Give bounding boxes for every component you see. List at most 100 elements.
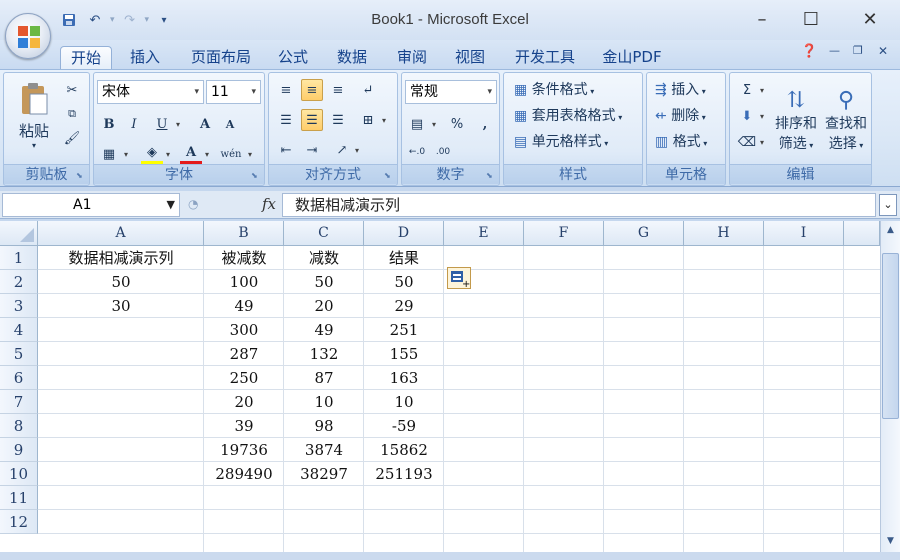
number-format-select[interactable]: 常规 ▾ xyxy=(405,80,497,104)
column-header-partial[interactable] xyxy=(844,221,880,246)
orientation-icon[interactable]: ↗ xyxy=(331,139,353,161)
paste-button[interactable]: 粘贴 ▾ xyxy=(10,77,58,155)
cell-b2[interactable]: 100 xyxy=(204,270,284,294)
row-header-7[interactable]: 7 xyxy=(0,390,38,414)
tab-insert[interactable]: 插入 xyxy=(122,46,168,70)
column-header-d[interactable]: D xyxy=(364,221,444,246)
delete-cells-button[interactable]: ⇷ 删除 ▾ xyxy=(655,105,706,125)
copy-icon[interactable]: ⧉ xyxy=(61,103,83,125)
row-header-9[interactable]: 9 xyxy=(0,438,38,462)
office-button[interactable] xyxy=(5,13,51,59)
row-header-8[interactable]: 8 xyxy=(0,414,38,438)
scroll-thumb[interactable] xyxy=(882,253,899,419)
cell-d4[interactable]: 251 xyxy=(364,318,444,342)
expand-formula-bar-icon[interactable]: ⌄ xyxy=(879,194,897,216)
cell-c3[interactable]: 20 xyxy=(284,294,364,318)
row-header-2[interactable]: 2 xyxy=(0,270,38,294)
ribbon-restore-icon[interactable]: ❐ xyxy=(853,44,863,57)
cell-b7[interactable]: 20 xyxy=(204,390,284,414)
wrap-text-icon[interactable]: ↵ xyxy=(357,79,379,101)
cell-a2[interactable]: 50 xyxy=(38,270,204,294)
grow-font-button[interactable]: A xyxy=(194,113,216,135)
cell-c9[interactable]: 3874 xyxy=(284,438,364,462)
decrease-indent-icon[interactable]: ⇤ xyxy=(275,139,297,161)
row-header-1[interactable]: 1 xyxy=(0,246,38,270)
paste-options-button[interactable]: + xyxy=(447,267,471,290)
align-middle-icon[interactable]: ≡ xyxy=(301,79,323,101)
italic-button[interactable]: I xyxy=(123,113,145,135)
cell-styles-button[interactable]: ▤ 单元格样式 ▾ xyxy=(514,131,608,151)
autosum-icon[interactable]: Σ xyxy=(736,79,758,101)
percent-style-button[interactable]: % xyxy=(446,113,468,135)
column-header-e[interactable]: E xyxy=(444,221,524,246)
row-header-10[interactable]: 10 xyxy=(0,462,38,486)
cell-b1[interactable]: 被减数 xyxy=(204,246,284,270)
cell-c2[interactable]: 50 xyxy=(284,270,364,294)
scroll-up-icon[interactable]: ▲ xyxy=(882,222,899,238)
format-cells-button[interactable]: ▥ 格式 ▾ xyxy=(655,131,707,151)
formula-input[interactable]: 数据相减演示列 xyxy=(282,193,876,217)
clipboard-launcher-icon[interactable]: ⬊ xyxy=(76,171,86,181)
align-right-icon[interactable]: ☰ xyxy=(327,109,349,131)
cell-c5[interactable]: 132 xyxy=(284,342,364,366)
cell-a1[interactable]: 数据相减演示列 xyxy=(38,246,204,270)
help-icon[interactable]: ❓ xyxy=(801,44,817,59)
increase-indent-icon[interactable]: ⇥ xyxy=(301,139,323,161)
font-size-select[interactable]: 11 ▾ xyxy=(206,80,261,104)
insert-cells-button[interactable]: ⇶ 插入 ▾ xyxy=(655,79,706,99)
column-header-c[interactable]: C xyxy=(284,221,364,246)
underline-button[interactable]: U xyxy=(151,113,173,135)
phonetic-guide-button[interactable]: wén xyxy=(220,143,242,165)
cell-d10[interactable]: 251193 xyxy=(364,462,444,486)
worksheet-grid[interactable]: A B C D E F G H I 1 2 3 4 5 6 7 8 9 10 11 12 数据相减演示列 被减数 减数 结果 50… xyxy=(0,221,880,552)
close-button[interactable]: ✕ xyxy=(845,4,895,34)
tab-data[interactable]: 数据 xyxy=(329,46,375,70)
comma-style-button[interactable]: , xyxy=(474,113,496,135)
align-center-icon[interactable]: ☰ xyxy=(301,109,323,131)
column-header-b[interactable]: B xyxy=(204,221,284,246)
increase-decimal-icon[interactable]: ←.0 xyxy=(406,141,428,163)
cell-c6[interactable]: 87 xyxy=(284,366,364,390)
ribbon-minimize-icon[interactable]: — xyxy=(829,44,840,57)
row-header-3[interactable]: 3 xyxy=(0,294,38,318)
cell-d1[interactable]: 结果 xyxy=(364,246,444,270)
fill-color-icon[interactable]: ◈ xyxy=(141,143,163,165)
maximize-button[interactable]: ☐ xyxy=(786,4,836,34)
align-top-icon[interactable]: ≡ xyxy=(275,79,297,101)
tab-view[interactable]: 视图 xyxy=(447,46,493,70)
cell-b6[interactable]: 250 xyxy=(204,366,284,390)
insert-function-button[interactable]: fx xyxy=(262,195,276,213)
column-header-i[interactable]: I xyxy=(764,221,844,246)
bold-button[interactable]: B xyxy=(98,113,120,135)
column-header-f[interactable]: F xyxy=(524,221,604,246)
select-all-button[interactable] xyxy=(0,221,38,246)
cell-b10[interactable]: 289490 xyxy=(204,462,284,486)
fill-icon[interactable]: ⬇ xyxy=(736,105,758,127)
row-header-4[interactable]: 4 xyxy=(0,318,38,342)
format-painter-icon[interactable]: 🖌 xyxy=(61,127,83,149)
cell-c1[interactable]: 减数 xyxy=(284,246,364,270)
tab-formulas[interactable]: 公式 xyxy=(271,46,315,70)
conditional-formatting-button[interactable]: ▦ 条件格式 ▾ xyxy=(514,79,594,99)
cell-b3[interactable]: 49 xyxy=(204,294,284,318)
cell-d8[interactable]: -59 xyxy=(364,414,444,438)
tab-kingsoft-pdf[interactable]: 金山PDF xyxy=(598,46,666,70)
cell-a3[interactable]: 30 xyxy=(38,294,204,318)
font-launcher-icon[interactable]: ⬊ xyxy=(251,171,261,181)
vertical-scrollbar[interactable]: ▲ ▼ xyxy=(880,221,900,552)
cell-b9[interactable]: 19736 xyxy=(204,438,284,462)
merge-center-icon[interactable]: ⊞ xyxy=(357,109,379,131)
cell-c4[interactable]: 49 xyxy=(284,318,364,342)
align-left-icon[interactable]: ☰ xyxy=(275,109,297,131)
column-header-g[interactable]: G xyxy=(604,221,684,246)
sort-filter-button[interactable]: ⇅ 排序和 筛选 ▾ xyxy=(772,77,820,163)
scroll-down-icon[interactable]: ▼ xyxy=(882,533,899,549)
row-header-6[interactable]: 6 xyxy=(0,366,38,390)
minimize-button[interactable]: – xyxy=(737,4,787,34)
accounting-format-icon[interactable]: ▤ xyxy=(406,113,428,135)
cell-d7[interactable]: 10 xyxy=(364,390,444,414)
cell-c8[interactable]: 98 xyxy=(284,414,364,438)
clear-icon[interactable]: ⌫ xyxy=(736,131,758,153)
column-header-h[interactable]: H xyxy=(684,221,764,246)
cell-d6[interactable]: 163 xyxy=(364,366,444,390)
